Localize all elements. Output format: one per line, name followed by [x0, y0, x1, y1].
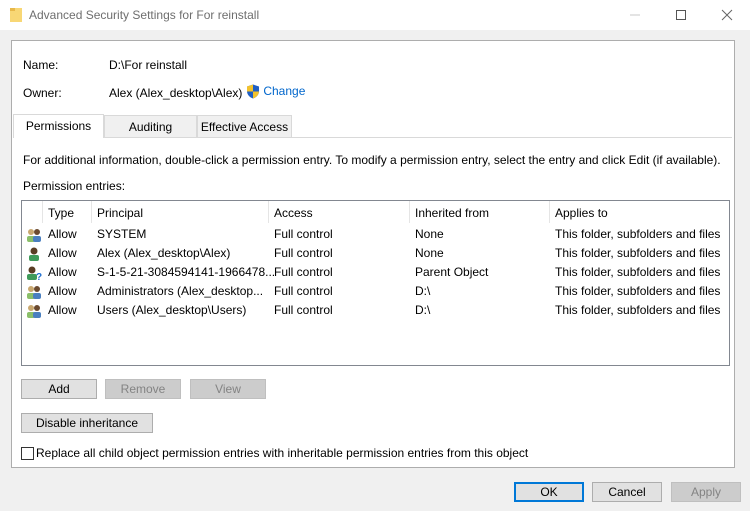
- column-header-inherited-from[interactable]: Inherited from: [415, 206, 489, 220]
- column-header-applies-to[interactable]: Applies to: [555, 206, 608, 220]
- table-row[interactable]: Allow SYSTEM Full control None This fold…: [22, 225, 729, 244]
- cell-type: Allow: [48, 265, 77, 279]
- permission-entries-label: Permission entries:: [23, 179, 126, 193]
- window-title: Advanced Security Settings for For reins…: [29, 8, 260, 22]
- close-icon: [721, 9, 733, 21]
- cell-inherited-from: None: [415, 227, 444, 241]
- disable-inheritance-button[interactable]: Disable inheritance: [21, 413, 153, 433]
- column-separator: [42, 201, 43, 223]
- cell-principal: SYSTEM: [97, 227, 147, 241]
- instructions-text: For additional information, double-click…: [23, 153, 721, 167]
- cancel-button[interactable]: Cancel: [592, 482, 662, 502]
- title-bar: Advanced Security Settings for For reins…: [0, 0, 750, 30]
- table-row[interactable]: Allow Users (Alex_desktop\Users) Full co…: [22, 301, 729, 320]
- tab-effective-access[interactable]: Effective Access: [197, 115, 292, 137]
- replace-child-permissions-checkbox[interactable]: [21, 447, 34, 460]
- column-separator: [549, 201, 550, 223]
- tab-auditing[interactable]: Auditing: [104, 115, 197, 137]
- cell-inherited-from: D:\: [415, 284, 431, 298]
- cell-applies-to: This folder, subfolders and files: [555, 227, 721, 241]
- cell-access: Full control: [274, 303, 333, 317]
- folder-icon: [10, 8, 22, 22]
- cell-type: Allow: [48, 284, 77, 298]
- column-separator: [268, 201, 269, 223]
- cell-inherited-from: Parent Object: [415, 265, 489, 279]
- ok-button[interactable]: OK: [514, 482, 584, 502]
- cell-type: Allow: [48, 246, 77, 260]
- tab-permissions[interactable]: Permissions: [13, 114, 104, 138]
- cell-applies-to: This folder, subfolders and files: [555, 284, 721, 298]
- close-button[interactable]: [704, 0, 750, 30]
- minimize-icon: [630, 14, 640, 16]
- svg-text:?: ?: [36, 272, 42, 281]
- column-separator: [91, 201, 92, 223]
- uac-shield-icon: [247, 84, 259, 99]
- owner-label: Owner:: [23, 86, 62, 100]
- cell-applies-to: This folder, subfolders and files: [555, 246, 721, 260]
- cell-type: Allow: [48, 303, 77, 317]
- cell-principal: Users (Alex_desktop\Users): [97, 303, 247, 317]
- tab-divider: [13, 137, 732, 138]
- column-header-principal[interactable]: Principal: [97, 206, 143, 220]
- table-row[interactable]: ? Allow S-1-5-21-3084594141-1966478... F…: [22, 263, 729, 282]
- change-link-text[interactable]: Change: [263, 84, 305, 98]
- cell-inherited-from: D:\: [415, 303, 431, 317]
- column-separator: [409, 201, 410, 223]
- name-label: Name:: [23, 58, 59, 72]
- owner-value: Alex (Alex_desktop\Alex): [109, 86, 243, 100]
- unknown-user-icon: ?: [27, 266, 42, 281]
- cell-access: Full control: [274, 284, 333, 298]
- cell-principal: Administrators (Alex_desktop...: [97, 284, 264, 298]
- group-icon: [27, 305, 41, 318]
- column-header-access[interactable]: Access: [274, 206, 313, 220]
- maximize-button[interactable]: [658, 0, 704, 30]
- group-icon: [27, 286, 41, 299]
- apply-button[interactable]: Apply: [671, 482, 741, 502]
- cell-type: Allow: [48, 227, 77, 241]
- table-row[interactable]: Allow Alex (Alex_desktop\Alex) Full cont…: [22, 244, 729, 263]
- cell-access: Full control: [274, 265, 333, 279]
- remove-button[interactable]: Remove: [105, 379, 181, 399]
- cell-access: Full control: [274, 246, 333, 260]
- cell-access: Full control: [274, 227, 333, 241]
- cell-applies-to: This folder, subfolders and files: [555, 265, 721, 279]
- table-row[interactable]: Allow Administrators (Alex_desktop... Fu…: [22, 282, 729, 301]
- view-button[interactable]: View: [190, 379, 266, 399]
- cell-applies-to: This folder, subfolders and files: [555, 303, 721, 317]
- cell-principal: Alex (Alex_desktop\Alex): [97, 246, 231, 260]
- permission-entries-list[interactable]: Type Principal Access Inherited from App…: [21, 200, 730, 366]
- column-header-type[interactable]: Type: [48, 206, 74, 220]
- replace-child-permissions-label[interactable]: Replace all child object permission entr…: [36, 446, 528, 460]
- minimize-button[interactable]: [612, 0, 658, 30]
- cell-inherited-from: None: [415, 246, 444, 260]
- name-value: D:\For reinstall: [109, 58, 188, 72]
- cell-principal: S-1-5-21-3084594141-1966478...: [97, 265, 276, 279]
- group-icon: [27, 229, 41, 242]
- change-owner-link[interactable]: Change: [246, 84, 305, 99]
- maximize-icon: [676, 10, 686, 20]
- user-icon: [29, 247, 39, 261]
- add-button[interactable]: Add: [21, 379, 97, 399]
